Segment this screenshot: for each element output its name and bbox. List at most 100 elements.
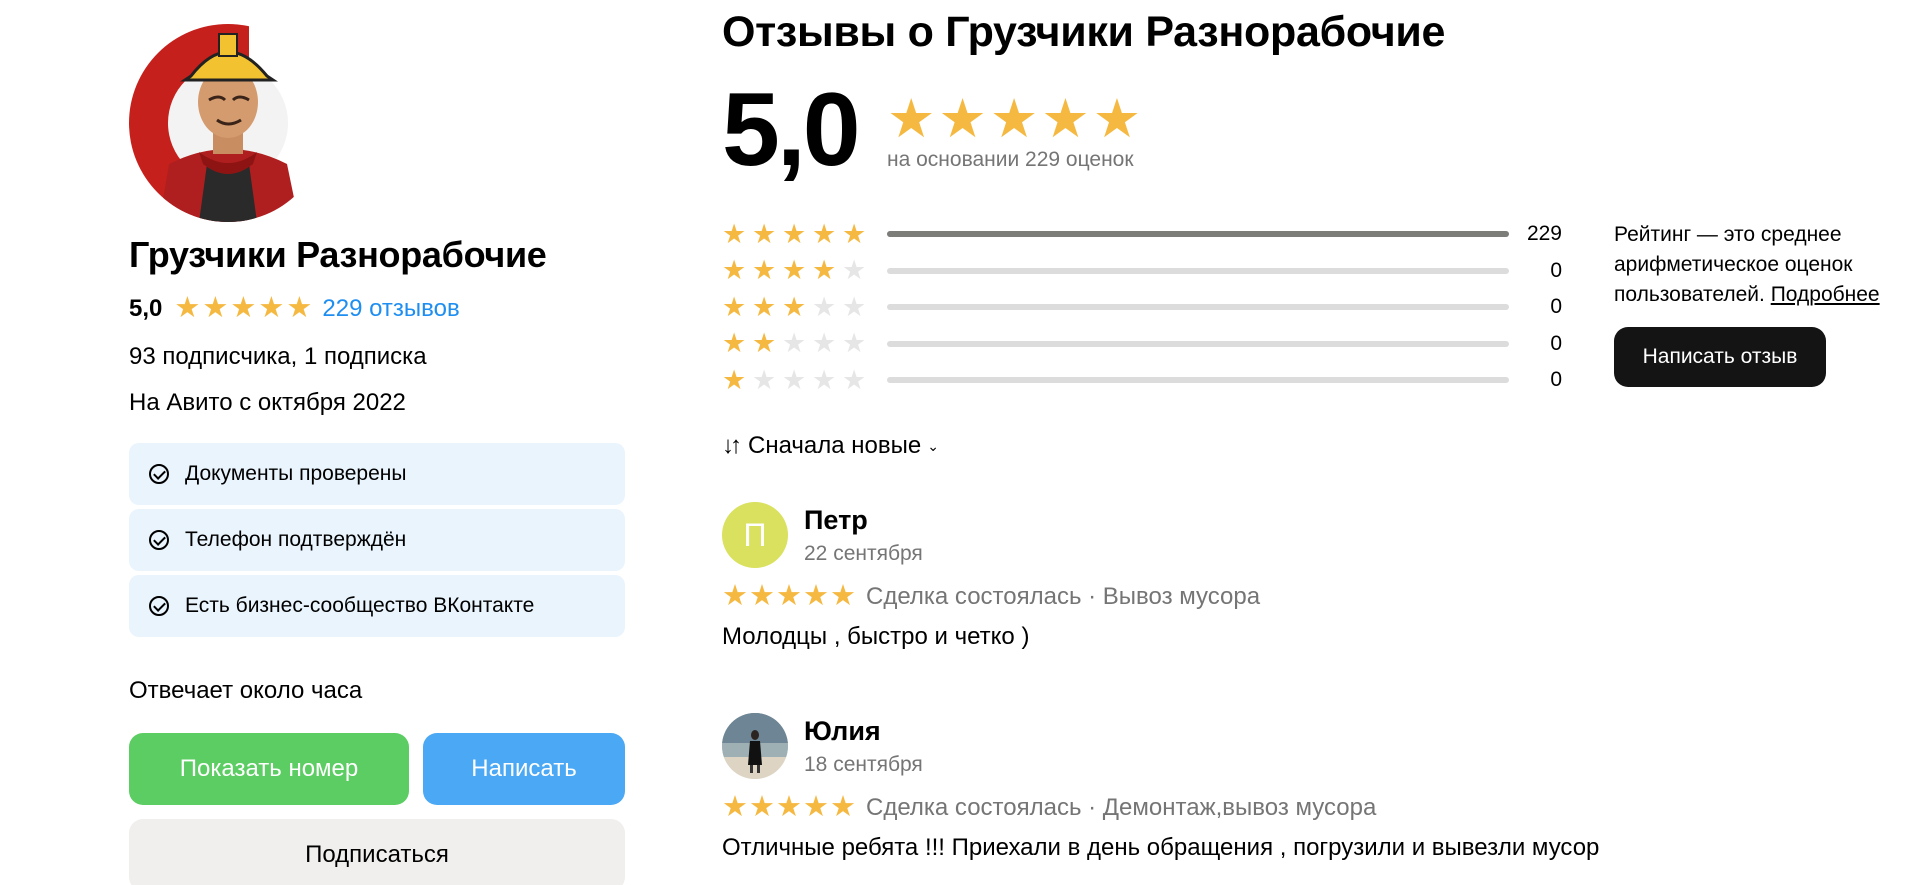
distribution-bar-fill	[887, 231, 1509, 238]
distribution-bar	[887, 267, 1509, 274]
distribution-stars: ★ ★ ★ ★ ★	[722, 330, 887, 357]
review-card: П Петр 22 сентября ★ ★ ★ ★ ★ Сделка сост…	[722, 502, 1902, 651]
seller-rating-stars: ★ ★ ★ ★ ★	[174, 294, 312, 323]
star-icon: ★	[230, 292, 257, 324]
review-deal: Сделка состоялась · Демонтаж,вывоз мусор…	[866, 793, 1377, 821]
reviewer-avatar[interactable]	[722, 713, 788, 779]
write-review-button[interactable]: Написать отзыв	[1614, 327, 1826, 387]
star-icon: ★	[1041, 89, 1090, 149]
review-date: 18 сентября	[804, 752, 923, 776]
member-since: На Авито с октября 2022	[129, 389, 406, 416]
star-icon: ★	[722, 580, 748, 612]
star-icon: ★	[776, 580, 802, 612]
review-card: Юлия 18 сентября ★ ★ ★ ★ ★ Сделка состоя…	[722, 713, 1902, 862]
reviewer-name[interactable]: Петр	[804, 505, 923, 536]
star-icon: ★	[752, 255, 777, 286]
star-icon: ★	[842, 255, 867, 286]
star-icon: ★	[286, 292, 313, 324]
more-info-link[interactable]: Подробнее	[1771, 283, 1880, 306]
review-text: Отличные ребята !!! Приехали в день обра…	[722, 834, 1600, 861]
seller-rating-row: 5,0 ★ ★ ★ ★ ★ 229 отзывов	[129, 294, 625, 323]
star-icon: ★	[174, 292, 201, 324]
star-icon: ★	[1092, 89, 1142, 149]
rating-distribution: ★ ★ ★ ★ ★ 229 ★ ★ ★ ★ ★ 0 ★ ★ ★ ★ ★ 0 ★ ★ ★ ★ ★ 0 ★ ★ ★ ★ ★ 0	[722, 216, 1562, 399]
badge-label: Документы проверены	[185, 462, 407, 485]
star-icon: ★	[812, 291, 837, 322]
distribution-row-5: ★ ★ ★ ★ ★ 229	[722, 216, 1562, 253]
star-icon: ★	[722, 364, 747, 395]
star-icon: ★	[782, 328, 807, 359]
subscriptions-info[interactable]: 93 подписчика, 1 подписка	[129, 343, 625, 371]
star-icon: ★	[722, 328, 747, 359]
star-icon: ★	[782, 291, 807, 322]
star-icon: ★	[722, 218, 747, 249]
distribution-stars: ★ ★ ★ ★ ★	[722, 364, 887, 395]
distribution-bar	[887, 377, 1509, 384]
review-meta: ★ ★ ★ ★ ★ Сделка состоялась · Демонтаж,в…	[722, 793, 1902, 822]
star-icon: ★	[842, 328, 867, 359]
star-icon: ★	[722, 291, 747, 322]
star-icon: ★	[830, 791, 856, 823]
contact-buttons: Показать номер Написать	[129, 733, 625, 805]
distribution-count: 0	[1550, 258, 1562, 282]
star-icon: ★	[842, 291, 867, 322]
subscribe-button[interactable]: Подписаться	[129, 819, 625, 885]
distribution-count: 0	[1550, 295, 1562, 319]
sort-arrows-icon: ↓↑	[722, 432, 742, 459]
review-header: П Петр 22 сентября	[722, 502, 1902, 568]
distribution-stars: ★ ★ ★ ★ ★	[722, 291, 887, 322]
reviewer-info: Петр 22 сентября	[804, 505, 923, 566]
distribution-row-3: ★ ★ ★ ★ ★ 0	[722, 289, 1562, 326]
response-time: Отвечает около часа	[129, 677, 363, 704]
distribution-stars: ★ ★ ★ ★ ★	[722, 257, 887, 284]
review-stars: ★ ★ ★ ★ ★	[722, 793, 856, 822]
reviews-count-link[interactable]: 229 отзывов	[322, 295, 459, 323]
review-meta: ★ ★ ★ ★ ★ Сделка состоялась · Вывоз мусо…	[722, 582, 1902, 611]
review-date: 22 сентября	[804, 541, 923, 565]
check-circle-icon	[149, 530, 169, 550]
show-phone-button[interactable]: Показать номер	[129, 733, 409, 805]
badge-label: Есть бизнес-сообщество ВКонтакте	[185, 594, 535, 617]
star-icon: ★	[830, 580, 856, 612]
distribution-bar	[887, 231, 1509, 238]
seller-avatar[interactable]	[129, 24, 327, 222]
review-text: Молодцы , быстро и четко )	[722, 623, 1030, 650]
badge-label: Телефон подтверждён	[185, 528, 407, 551]
rating-explanation: Рейтинг — это среднее арифметическое оце…	[1614, 220, 1914, 310]
seller-panel: Грузчики Разнорабочие 5,0 ★ ★ ★ ★ ★ 229 …	[129, 24, 625, 885]
star-icon: ★	[722, 791, 748, 823]
distribution-row-4: ★ ★ ★ ★ ★ 0	[722, 253, 1562, 290]
verification-badges: Документы проверены Телефон подтверждён …	[129, 443, 625, 637]
distribution-count: 0	[1550, 368, 1562, 392]
star-icon: ★	[776, 791, 802, 823]
star-icon: ★	[803, 580, 829, 612]
seller-name: Грузчики Разнорабочие	[129, 234, 547, 275]
distribution-bar	[887, 340, 1509, 347]
reviewer-avatar[interactable]: П	[722, 502, 788, 568]
star-icon: ★	[812, 328, 837, 359]
star-icon: ★	[938, 89, 987, 149]
star-icon: ★	[812, 218, 837, 249]
star-icon: ★	[722, 255, 747, 286]
distribution-count: 229	[1526, 222, 1562, 246]
write-message-button[interactable]: Написать	[423, 733, 625, 805]
sort-label: Сначала новые	[748, 432, 922, 459]
review-deal: Сделка состоялась · Вывоз мусора	[866, 582, 1261, 610]
star-icon: ★	[812, 364, 837, 395]
star-icon: ★	[752, 328, 777, 359]
star-icon: ★	[782, 364, 807, 395]
ratings-basis: на основании 229 оценок	[887, 148, 1134, 171]
badge-documents-verified: Документы проверены	[129, 443, 625, 505]
star-icon: ★	[842, 364, 867, 395]
star-icon: ★	[782, 218, 807, 249]
check-circle-icon	[149, 464, 169, 484]
star-icon: ★	[749, 791, 775, 823]
seller-rating-value: 5,0	[129, 294, 163, 322]
sort-dropdown[interactable]: ↓↑ Сначала новые ⌄	[722, 432, 939, 460]
star-icon: ★	[749, 580, 775, 612]
reviewer-name[interactable]: Юлия	[804, 716, 923, 747]
star-icon: ★	[803, 791, 829, 823]
star-icon: ★	[752, 291, 777, 322]
page-title: Отзывы о Грузчики Разнорабочие	[722, 8, 1446, 56]
distribution-bar	[887, 304, 1509, 311]
